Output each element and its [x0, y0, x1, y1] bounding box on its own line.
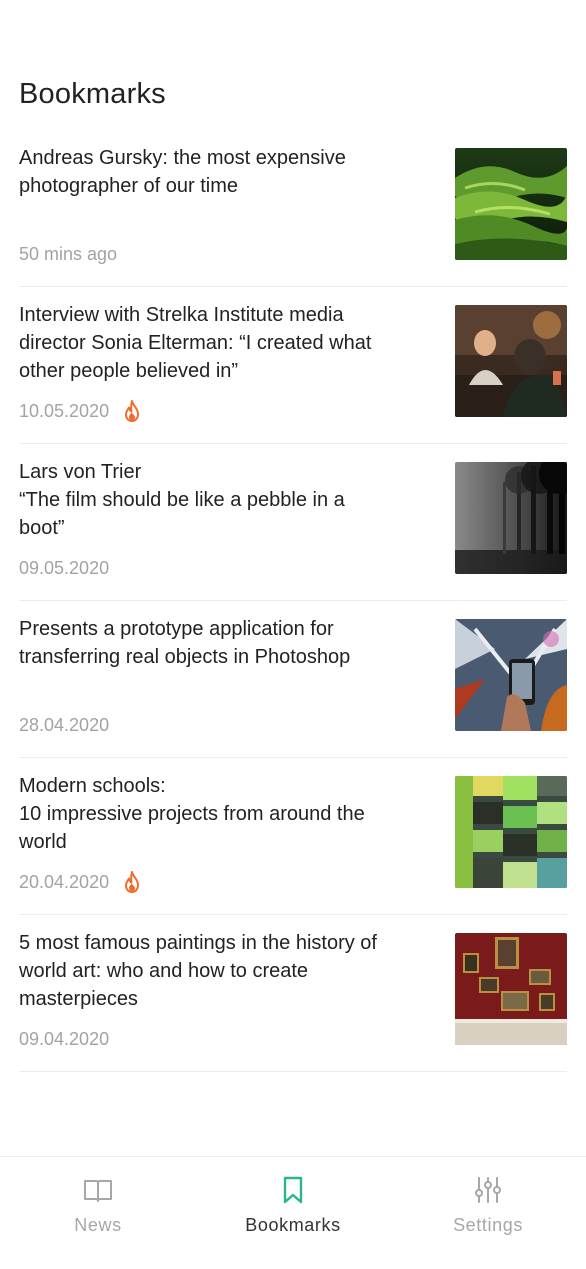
article-date: 20.04.2020	[19, 871, 110, 892]
article-meta: 09.05.2020	[19, 558, 109, 579]
article-meta: 20.04.2020	[19, 871, 141, 893]
tab-label: Bookmarks	[245, 1215, 341, 1235]
tab-label: Settings	[453, 1215, 523, 1235]
bookmark-list: Andreas Gursky: the most expensive photo…	[19, 130, 567, 1072]
article-date: 28.04.2020	[19, 715, 110, 735]
bottom-tab-bar: News Bookmarks Settings	[0, 1156, 586, 1269]
green-hills-photo	[455, 148, 567, 260]
tab-news[interactable]: News	[0, 1157, 196, 1269]
tab-settings[interactable]: Settings	[390, 1157, 586, 1269]
bookmark-icon	[277, 1174, 309, 1206]
fire-icon	[123, 400, 141, 422]
list-item[interactable]: Presents a prototype application for tra…	[19, 601, 567, 758]
article-meta: 10.05.2020	[19, 400, 141, 422]
article-title: Andreas Gursky: the most expensive photo…	[19, 147, 346, 197]
article-title: 5 most famous paintings in the history o…	[19, 932, 377, 1010]
article-title: Interview with Strelka Institute media d…	[19, 304, 372, 382]
article-date: 09.05.2020	[19, 558, 110, 578]
facade-photo	[455, 776, 567, 888]
sliders-icon	[472, 1174, 504, 1206]
tab-bookmarks[interactable]: Bookmarks	[195, 1157, 391, 1269]
book-icon	[82, 1174, 114, 1206]
page-title: Bookmarks	[19, 78, 166, 110]
article-title: Presents a prototype application for tra…	[19, 618, 351, 668]
list-item[interactable]: Lars von Trier “The film should be like …	[19, 444, 567, 601]
list-item[interactable]: Interview with Strelka Institute media d…	[19, 287, 567, 444]
foggy-forest-photo	[455, 462, 567, 574]
list-item[interactable]: Modern schools: 10 impressive projects f…	[19, 758, 567, 915]
article-date: 50 mins ago	[19, 244, 118, 264]
article-meta: 50 mins ago	[19, 244, 117, 265]
interview-photo	[455, 305, 567, 417]
article-meta: 28.04.2020	[19, 715, 109, 736]
article-title: Modern schools: 10 impressive projects f…	[19, 775, 365, 853]
list-item[interactable]: Andreas Gursky: the most expensive photo…	[19, 130, 567, 287]
article-title: Lars von Trier “The film should be like …	[19, 461, 345, 539]
article-date: 10.05.2020	[19, 400, 110, 421]
tab-label: News	[74, 1215, 122, 1235]
gallery-photo	[455, 933, 567, 1045]
article-meta: 09.04.2020	[19, 1029, 109, 1050]
article-date: 09.04.2020	[19, 1029, 110, 1049]
phone-photo	[455, 619, 567, 731]
list-item[interactable]: 5 most famous paintings in the history o…	[19, 915, 567, 1072]
fire-icon	[123, 871, 141, 893]
